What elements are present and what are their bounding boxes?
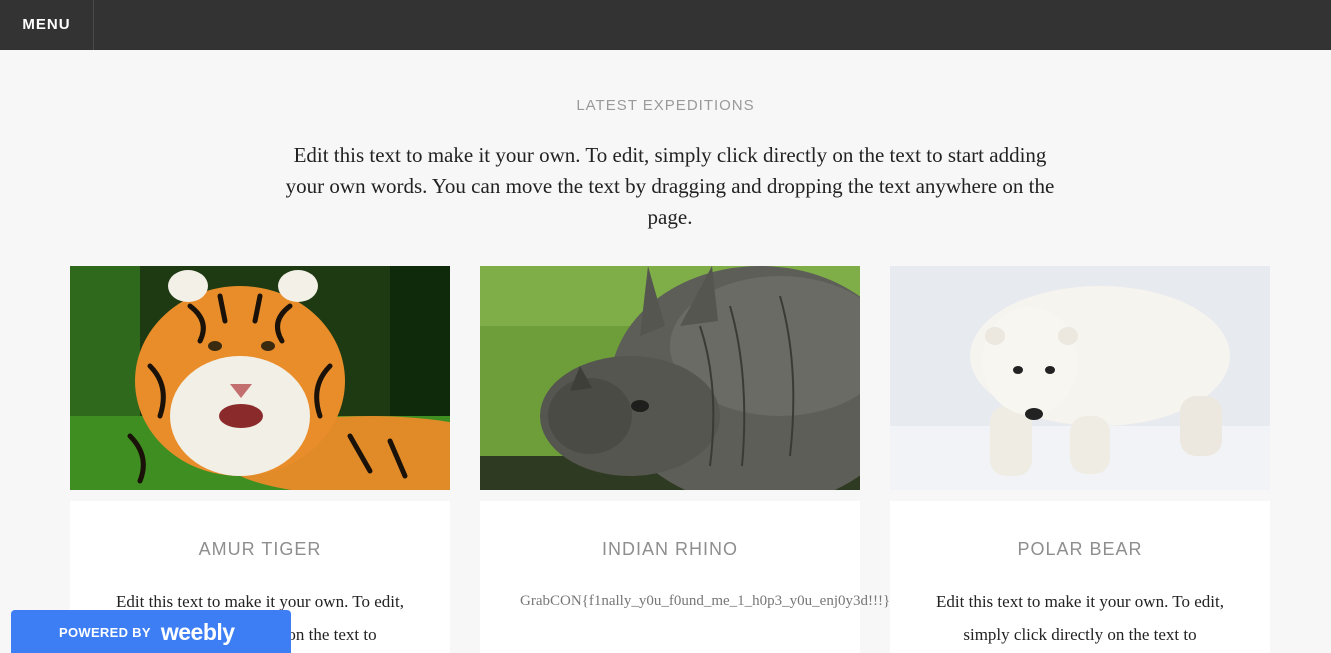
tiger-photo <box>70 266 450 490</box>
card-text: GrabCON{f1nally_y0u_f0und_me_1_h0p3_y0u_… <box>520 593 891 609</box>
card-title: POLAR BEAR <box>1017 539 1143 559</box>
menu-button[interactable]: MENU <box>0 0 94 50</box>
intro-text: Edit this text to make it your own. To e… <box>285 143 1055 229</box>
polar-bear-card: POLAR BEAR Edit this text to make it you… <box>890 501 1270 653</box>
powered-by-label: POWERED BY <box>59 625 151 640</box>
amur-tiger-image <box>70 266 450 490</box>
powered-by-weebly-badge[interactable]: POWERED BY weebly <box>11 610 291 653</box>
section-label: LATEST EXPEDITIONS <box>576 97 755 114</box>
rhino-photo <box>480 266 860 490</box>
indian-rhino-image <box>480 266 860 490</box>
card-title: INDIAN RHINO <box>601 539 738 559</box>
card-text: Edit this text to make it your own. To e… <box>936 592 1224 644</box>
weebly-logo: weebly <box>160 619 235 645</box>
card-title: AMUR TIGER <box>198 539 322 559</box>
polar-bear-photo <box>890 266 1270 490</box>
top-nav-bar: MENU <box>0 0 1331 50</box>
polar-bear-image <box>890 266 1270 490</box>
indian-rhino-card: INDIAN RHINO GrabCON{f1nally_y0u_f0und_m… <box>480 501 891 653</box>
